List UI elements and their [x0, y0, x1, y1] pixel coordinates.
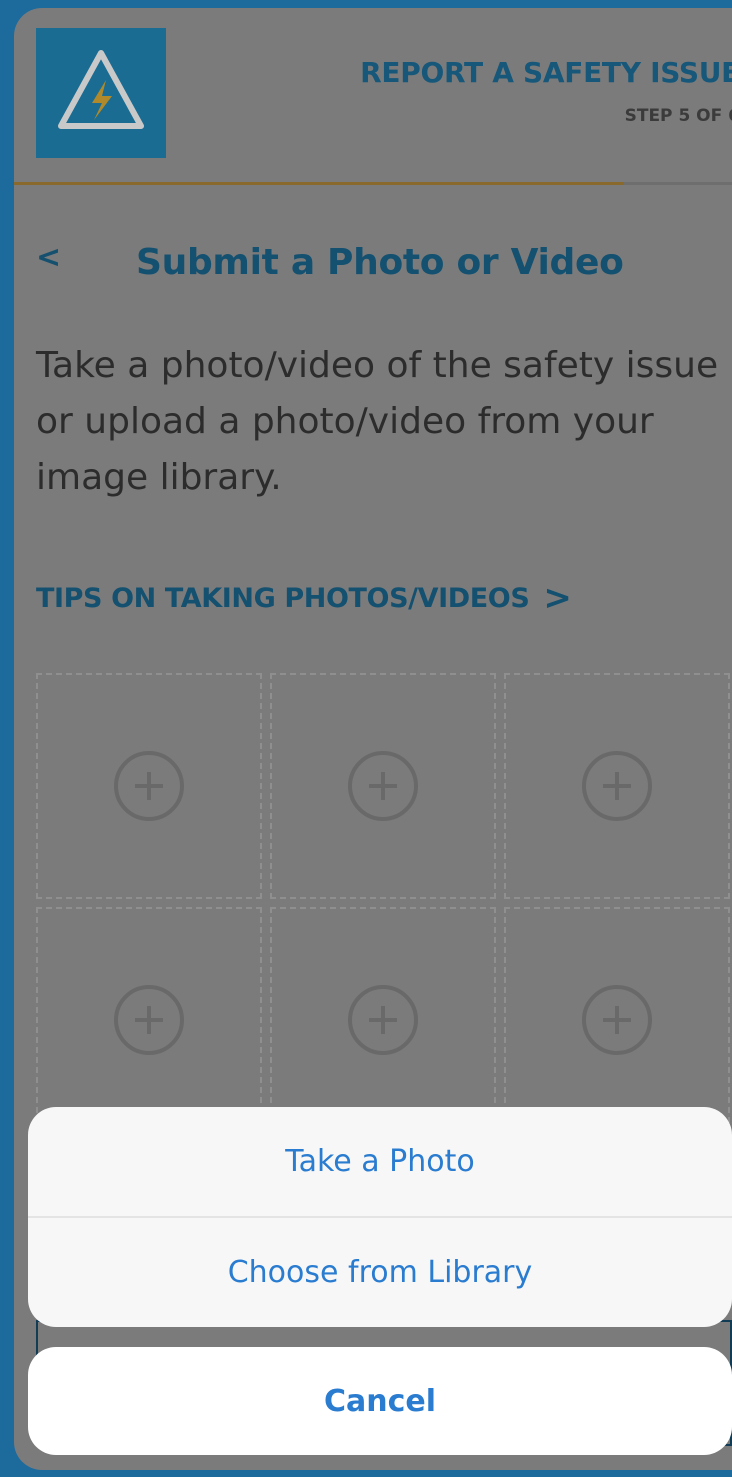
add-photo-slot[interactable] — [504, 673, 730, 899]
action-sheet: Take a Photo Choose from Library — [28, 1107, 732, 1327]
step-indicator: STEP 5 OF 6 — [624, 106, 732, 126]
add-circle-icon — [582, 751, 652, 821]
cancel-button[interactable]: Cancel — [28, 1347, 732, 1455]
add-photo-slot[interactable] — [36, 673, 262, 899]
add-circle-icon — [582, 985, 652, 1055]
add-photo-slot[interactable] — [270, 907, 496, 1133]
add-circle-icon — [348, 985, 418, 1055]
warning-lightning-icon — [58, 50, 144, 129]
choose-from-library-button[interactable]: Choose from Library — [28, 1218, 732, 1327]
add-circle-icon — [348, 751, 418, 821]
tips-link-label: TIPS ON TAKING PHOTOS/VIDEOS — [36, 582, 530, 614]
add-photo-slot[interactable] — [270, 673, 496, 899]
tips-link[interactable]: TIPS ON TAKING PHOTOS/VIDEOS > — [36, 578, 572, 618]
take-photo-button[interactable]: Take a Photo — [28, 1107, 732, 1216]
progress-bar-fill — [14, 182, 625, 185]
photo-grid — [36, 673, 730, 1133]
page-title: Submit a Photo or Video — [136, 242, 624, 283]
progress-bar — [14, 182, 732, 185]
header-title: REPORT A SAFETY ISSUE — [360, 56, 732, 89]
chevron-right-icon: > — [543, 578, 572, 618]
add-circle-icon — [114, 985, 184, 1055]
add-photo-slot[interactable] — [504, 907, 730, 1133]
back-button[interactable]: < — [36, 240, 61, 275]
page-description: Take a photo/video of the safety issue o… — [36, 345, 719, 498]
add-photo-slot[interactable] — [36, 907, 262, 1133]
add-circle-icon — [114, 751, 184, 821]
app-logo — [36, 28, 166, 158]
